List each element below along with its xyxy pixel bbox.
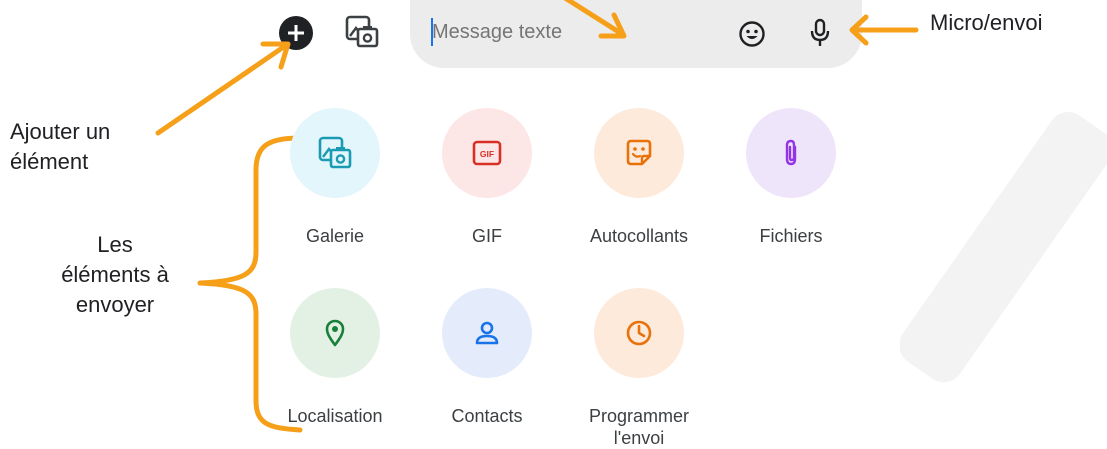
gallery-icon: [318, 136, 352, 169]
svg-text:GIF: GIF: [480, 149, 494, 159]
location-icon: [325, 319, 345, 347]
attachment-location-circle[interactable]: [290, 288, 380, 378]
attachment-label: Autocollants: [589, 226, 689, 246]
attachment-schedule-circle[interactable]: [594, 288, 684, 378]
attachment-stickers[interactable]: Autocollants: [579, 108, 699, 247]
attachment-contacts[interactable]: Contacts: [427, 288, 547, 427]
attachment-location[interactable]: Localisation: [275, 288, 395, 427]
contact-icon: [475, 321, 499, 345]
attachment-gallery-circle[interactable]: [290, 108, 380, 198]
sticker-icon: [626, 139, 652, 166]
attachment-label: Localisation: [287, 406, 383, 426]
attachment-label: Galerie: [305, 226, 365, 246]
attachment-schedule-send[interactable]: Programmer l'envoi: [579, 288, 699, 449]
attachment-label: Contacts: [451, 406, 523, 426]
arrow-add-element: [155, 43, 288, 136]
attachment-gif-circle[interactable]: GIF: [442, 108, 532, 198]
gif-icon: GIF: [472, 140, 502, 166]
attachment-gif[interactable]: GIF GIF: [427, 108, 547, 247]
attachment-stickers-circle[interactable]: [594, 108, 684, 198]
attachment-contacts-circle[interactable]: [442, 288, 532, 378]
attachment-icon: [785, 139, 797, 166]
attachment-label: Programmer l'envoi: [588, 406, 690, 448]
attachment-label: Fichiers: [759, 226, 823, 246]
attachment-label: GIF: [472, 226, 502, 246]
clock-icon: [626, 320, 652, 346]
annotation-overlay: [155, 0, 919, 433]
attachment-files-circle[interactable]: [746, 108, 836, 198]
attachment-files[interactable]: Fichiers: [731, 108, 851, 247]
attachment-gallery[interactable]: Galerie: [275, 108, 395, 247]
